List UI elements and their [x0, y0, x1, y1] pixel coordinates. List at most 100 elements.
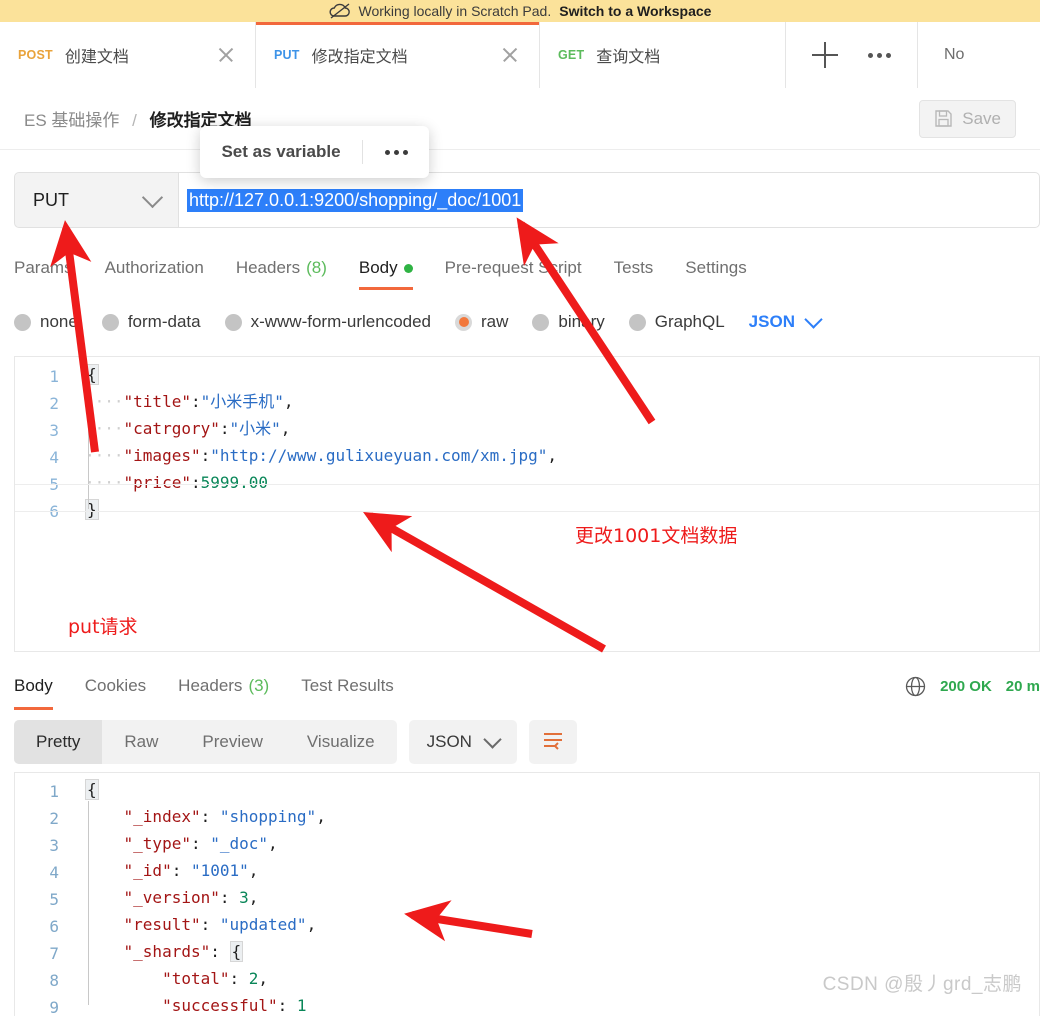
body-type-graphql[interactable]: GraphQL [628, 312, 725, 332]
tab-label: Headers [235, 258, 301, 277]
response-status-group: 200 OK 20 m [905, 676, 1040, 697]
watermark: CSDN @殷丿grd_志鹏 [822, 974, 1022, 995]
tab-label: Tests [613, 258, 654, 277]
view-mode-visualize[interactable]: Visualize [285, 720, 397, 764]
radio-icon[interactable] [14, 313, 31, 331]
http-method-dropdown[interactable]: PUT [14, 172, 178, 228]
body-format-value: JSON [748, 312, 795, 331]
tab-label: Pre-request Script [444, 258, 582, 277]
request-tab-authorization[interactable]: Authorization [89, 250, 220, 286]
response-format-dropdown[interactable]: JSON [408, 720, 517, 764]
view-mode-raw[interactable]: Raw [102, 720, 180, 764]
radio-icon[interactable] [224, 313, 242, 331]
body-type-form-data[interactable]: form-data [101, 312, 201, 332]
code-token: , [248, 888, 259, 907]
body-type-binary[interactable]: binary [532, 312, 605, 332]
body-type-none[interactable]: none [14, 312, 78, 332]
code-token: { [85, 364, 99, 385]
editor-row-separator [15, 511, 1039, 512]
request-tab-params[interactable]: Params [14, 250, 89, 286]
annotation-put-request: put请求 [68, 616, 138, 638]
tab-query-document[interactable]: GET 查询文档 [540, 22, 786, 88]
request-tab-tests[interactable]: Tests [598, 250, 670, 286]
request-url-input[interactable]: http://127.0.0.1:9200/shopping/_doc/1001 [178, 172, 1040, 228]
new-tab-icon[interactable] [812, 42, 838, 68]
request-code-area[interactable]: {····"title":"小米手机", ····"catrgory":"小米",… [15, 357, 1039, 651]
annotation-change-doc: 更改1001文档数据 [575, 525, 738, 547]
code-token: : [210, 942, 230, 961]
line-number: 4 [49, 863, 59, 882]
request-tab-body[interactable]: Body [343, 250, 429, 290]
view-mode-pretty[interactable]: Pretty [14, 720, 103, 764]
code-token: : [200, 807, 220, 826]
tab-strip: POST 创建文档 PUT 修改指定文档 GET 查询文档 No [0, 22, 1040, 88]
code-line: "_shards": { [85, 941, 244, 962]
fold-guide [88, 801, 89, 1005]
view-mode-label: Visualize [306, 732, 375, 751]
view-mode-preview[interactable]: Preview [180, 720, 284, 764]
radio-icon[interactable] [628, 313, 646, 331]
view-mode-label: Raw [124, 732, 159, 751]
request-body-editor[interactable]: 123456 {····"title":"小米手机",····"catrgory… [14, 356, 1040, 652]
tab-method-label: GET [558, 48, 585, 62]
response-tab-body[interactable]: Body [14, 666, 69, 710]
code-line: ····"price":5999.00 [85, 474, 268, 492]
body-format-dropdown[interactable]: JSON [748, 310, 823, 332]
tab-title: 修改指定文档 [311, 49, 408, 66]
tab-method-label: PUT [274, 48, 300, 62]
breadcrumb-separator: / [132, 111, 137, 130]
code-token: "_doc" [210, 834, 269, 853]
code-token: "shopping" [219, 807, 317, 826]
banner-text: Working locally in Scratch Pad. [358, 3, 552, 19]
code-line: ····"images":"http://www.gulixueyuan.com… [85, 447, 557, 465]
breadcrumb-collection[interactable]: ES 基础操作 [24, 111, 119, 130]
tab-method-label: POST [18, 48, 53, 62]
http-method-value: PUT [33, 189, 69, 210]
response-tab-headers[interactable]: Headers (3) [162, 666, 285, 706]
wrap-lines-button[interactable] [528, 720, 577, 764]
request-tab-headers[interactable]: Headers (8) [220, 250, 343, 286]
more-options-icon[interactable] [363, 149, 429, 155]
tab-modify-document[interactable]: PUT 修改指定文档 [256, 22, 540, 88]
radio-icon[interactable] [455, 313, 473, 331]
request-tabs: Params Authorization Headers (8) Body Pr… [14, 250, 1040, 292]
radio-icon[interactable] [532, 313, 550, 331]
code-token: "_index" [123, 807, 201, 826]
request-tab-settings[interactable]: Settings [669, 250, 762, 286]
code-token: "_version" [123, 888, 220, 907]
tab-create-document[interactable]: POST 创建文档 [0, 22, 256, 88]
body-type-x-www-form-urlencoded[interactable]: x-www-form-urlencoded [224, 312, 431, 332]
switch-workspace-link[interactable]: Switch to a Workspace [559, 3, 711, 19]
tab-label: Authorization [104, 258, 204, 277]
code-line: "_type": "_doc", [85, 835, 278, 853]
request-url-row: PUT http://127.0.0.1:9200/shopping/_doc/… [14, 172, 1040, 228]
save-button[interactable]: Save [919, 99, 1016, 138]
code-line: "_version": 3, [85, 888, 259, 907]
body-type-raw[interactable]: raw [455, 312, 508, 332]
response-view-modes: Pretty Raw Preview Visualize [14, 720, 397, 764]
set-as-variable-label[interactable]: Set as variable [200, 142, 362, 162]
code-token: : [229, 969, 249, 988]
set-as-variable-popup[interactable]: Set as variable [200, 126, 429, 178]
body-type-label: GraphQL [654, 312, 725, 331]
code-token: , [547, 446, 558, 465]
globe-icon [905, 676, 926, 697]
line-number: 3 [49, 836, 59, 855]
tab-options-icon[interactable] [868, 52, 891, 58]
code-token: 5999.00 [200, 473, 269, 492]
code-token: : [190, 473, 201, 492]
code-token: "catrgory" [123, 419, 220, 438]
cloud-off-icon [328, 3, 351, 19]
response-tab-cookies[interactable]: Cookies [69, 666, 162, 706]
close-icon[interactable] [215, 44, 237, 66]
body-type-label: binary [558, 312, 605, 331]
response-tab-test-results[interactable]: Test Results [285, 666, 410, 706]
close-icon[interactable] [499, 44, 521, 66]
line-number: 6 [49, 917, 59, 936]
environment-selector[interactable]: No [918, 22, 1040, 88]
code-token: "_shards" [123, 942, 211, 961]
request-tab-pre-request-script[interactable]: Pre-request Script [429, 250, 598, 286]
radio-icon[interactable] [101, 313, 119, 331]
